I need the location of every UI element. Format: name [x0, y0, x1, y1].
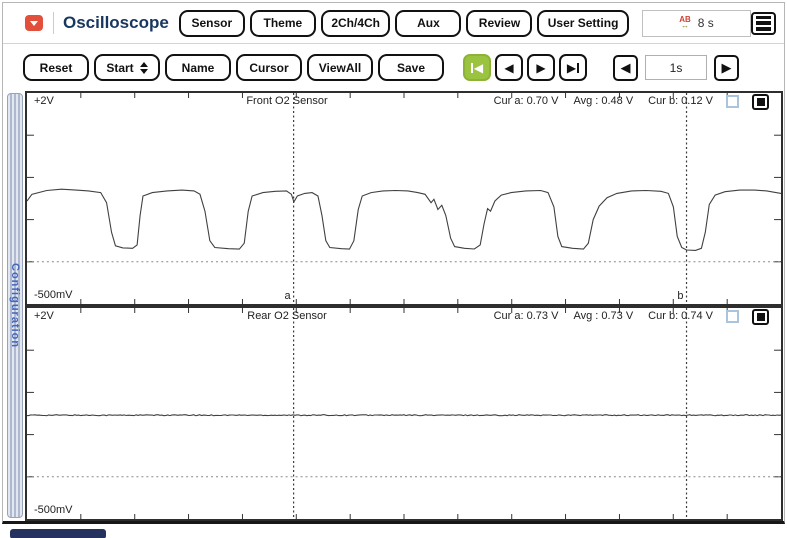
- step-back-button[interactable]: ◀: [495, 54, 523, 81]
- cursor-readings: Cur a: 0.70 V Avg : 0.48 V Cur b: 0.12 V: [494, 95, 713, 107]
- start-spinner-icon[interactable]: [140, 62, 148, 74]
- channel-select-checkbox[interactable]: [726, 95, 739, 108]
- configuration-drawer-tab[interactable]: Configuration: [7, 93, 23, 518]
- review-button[interactable]: Review: [466, 10, 532, 37]
- app-frame: Oscilloscope Sensor Theme 2Ch/4Ch Aux Re…: [2, 2, 785, 524]
- menu-bar-icon: [756, 27, 771, 31]
- filled-square-icon: [757, 313, 765, 321]
- name-button[interactable]: Name: [165, 54, 231, 81]
- cursor-gap-time-value: 8 s: [698, 16, 714, 30]
- theme-button[interactable]: Theme: [250, 10, 316, 37]
- skip-to-start-button[interactable]: ◀: [463, 54, 491, 81]
- step-back-icon: ◀: [504, 61, 513, 75]
- cursor-button[interactable]: Cursor: [236, 54, 302, 81]
- chart-title: Front O2 Sensor: [177, 95, 397, 107]
- charts-area: Configuration ab +2V Front O2 Sensor Cur…: [3, 91, 784, 521]
- timescale-increase-button[interactable]: ▶: [714, 55, 739, 81]
- front-o2-chart-panel: ab +2V Front O2 Sensor Cur a: 0.70 V Avg…: [25, 91, 783, 306]
- front-o2-chart-header: +2V Front O2 Sensor Cur a: 0.70 V Avg : …: [27, 95, 781, 110]
- viewall-button[interactable]: ViewAll: [307, 54, 373, 81]
- app-menu-button[interactable]: [25, 15, 43, 31]
- aux-button[interactable]: Aux: [395, 10, 461, 37]
- top-toolbar: Oscilloscope Sensor Theme 2Ch/4Ch Aux Re…: [3, 3, 784, 44]
- chart-title: Rear O2 Sensor: [177, 310, 397, 322]
- ab-cursor-gap-icon: AB ↔: [679, 16, 691, 30]
- avg-reading: Avg : 0.73 V: [573, 310, 633, 322]
- rear-o2-waveform-plot[interactable]: [27, 308, 781, 519]
- step-forward-icon: ▶: [536, 61, 545, 75]
- bottom-panel-edge-tab[interactable]: [10, 529, 106, 538]
- list-menu-button[interactable]: [751, 12, 776, 35]
- user-setting-button[interactable]: User Setting: [537, 10, 628, 37]
- channel-select-checkbox[interactable]: [726, 310, 739, 323]
- avg-reading: Avg : 0.48 V: [573, 95, 633, 107]
- toolbar-divider: [53, 12, 54, 34]
- left-triangle-icon: ◀: [621, 60, 631, 76]
- start-button[interactable]: Start: [94, 54, 160, 81]
- channel-mode-button[interactable]: 2Ch/4Ch: [321, 10, 391, 37]
- y-max-label: +2V: [34, 95, 54, 107]
- reset-button[interactable]: Reset: [23, 54, 89, 81]
- rear-o2-chart-header: +2V Rear O2 Sensor Cur a: 0.73 V Avg : 0…: [27, 310, 781, 325]
- right-triangle-icon: ▶: [722, 60, 732, 76]
- skip-to-end-button[interactable]: ▶: [559, 54, 587, 81]
- filled-square-icon: [757, 98, 765, 106]
- save-button[interactable]: Save: [378, 54, 444, 81]
- channel-stop-button[interactable]: [752, 94, 769, 110]
- sensor-button[interactable]: Sensor: [179, 10, 245, 37]
- y-min-label: -500mV: [34, 289, 73, 301]
- timescale-controls: ◀ 1s ▶: [613, 55, 739, 81]
- cursor-readings: Cur a: 0.73 V Avg : 0.73 V Cur b: 0.74 V: [494, 310, 713, 322]
- cursor-b-reading: Cur b: 0.12 V: [648, 95, 713, 107]
- menu-bar-icon: [756, 16, 771, 20]
- configuration-tab-label: Configuration: [9, 263, 21, 348]
- cursor-b-reading: Cur b: 0.74 V: [648, 310, 713, 322]
- cursor-gap-time-display: AB ↔ 8 s: [642, 10, 752, 37]
- svg-text:b: b: [677, 290, 683, 302]
- control-toolbar: Reset Start Name Cursor ViewAll Save ◀ ◀: [3, 44, 784, 91]
- timescale-decrease-button[interactable]: ◀: [613, 55, 638, 81]
- menu-bar-icon: [756, 21, 771, 25]
- cursor-a-reading: Cur a: 0.70 V: [494, 95, 559, 107]
- skip-to-start-icon: [471, 63, 473, 73]
- y-max-label: +2V: [34, 310, 54, 322]
- playback-controls: ◀ ◀ ▶ ▶: [463, 54, 587, 81]
- skip-to-end-icon: [577, 63, 579, 73]
- cursor-a-reading: Cur a: 0.73 V: [494, 310, 559, 322]
- svg-text:a: a: [285, 290, 292, 302]
- channel-stop-button[interactable]: [752, 309, 769, 325]
- page-title: Oscilloscope: [63, 13, 169, 33]
- oscilloscope-app-window: Oscilloscope Sensor Theme 2Ch/4Ch Aux Re…: [0, 0, 787, 538]
- y-min-label: -500mV: [34, 504, 73, 516]
- chevron-down-icon: [30, 21, 38, 26]
- chart-panels: ab +2V Front O2 Sensor Cur a: 0.70 V Avg…: [25, 91, 783, 521]
- rear-o2-chart-panel: +2V Rear O2 Sensor Cur a: 0.73 V Avg : 0…: [25, 306, 783, 521]
- timescale-value-field[interactable]: 1s: [645, 55, 707, 80]
- front-o2-waveform-plot[interactable]: ab: [27, 93, 781, 304]
- step-forward-button[interactable]: ▶: [527, 54, 555, 81]
